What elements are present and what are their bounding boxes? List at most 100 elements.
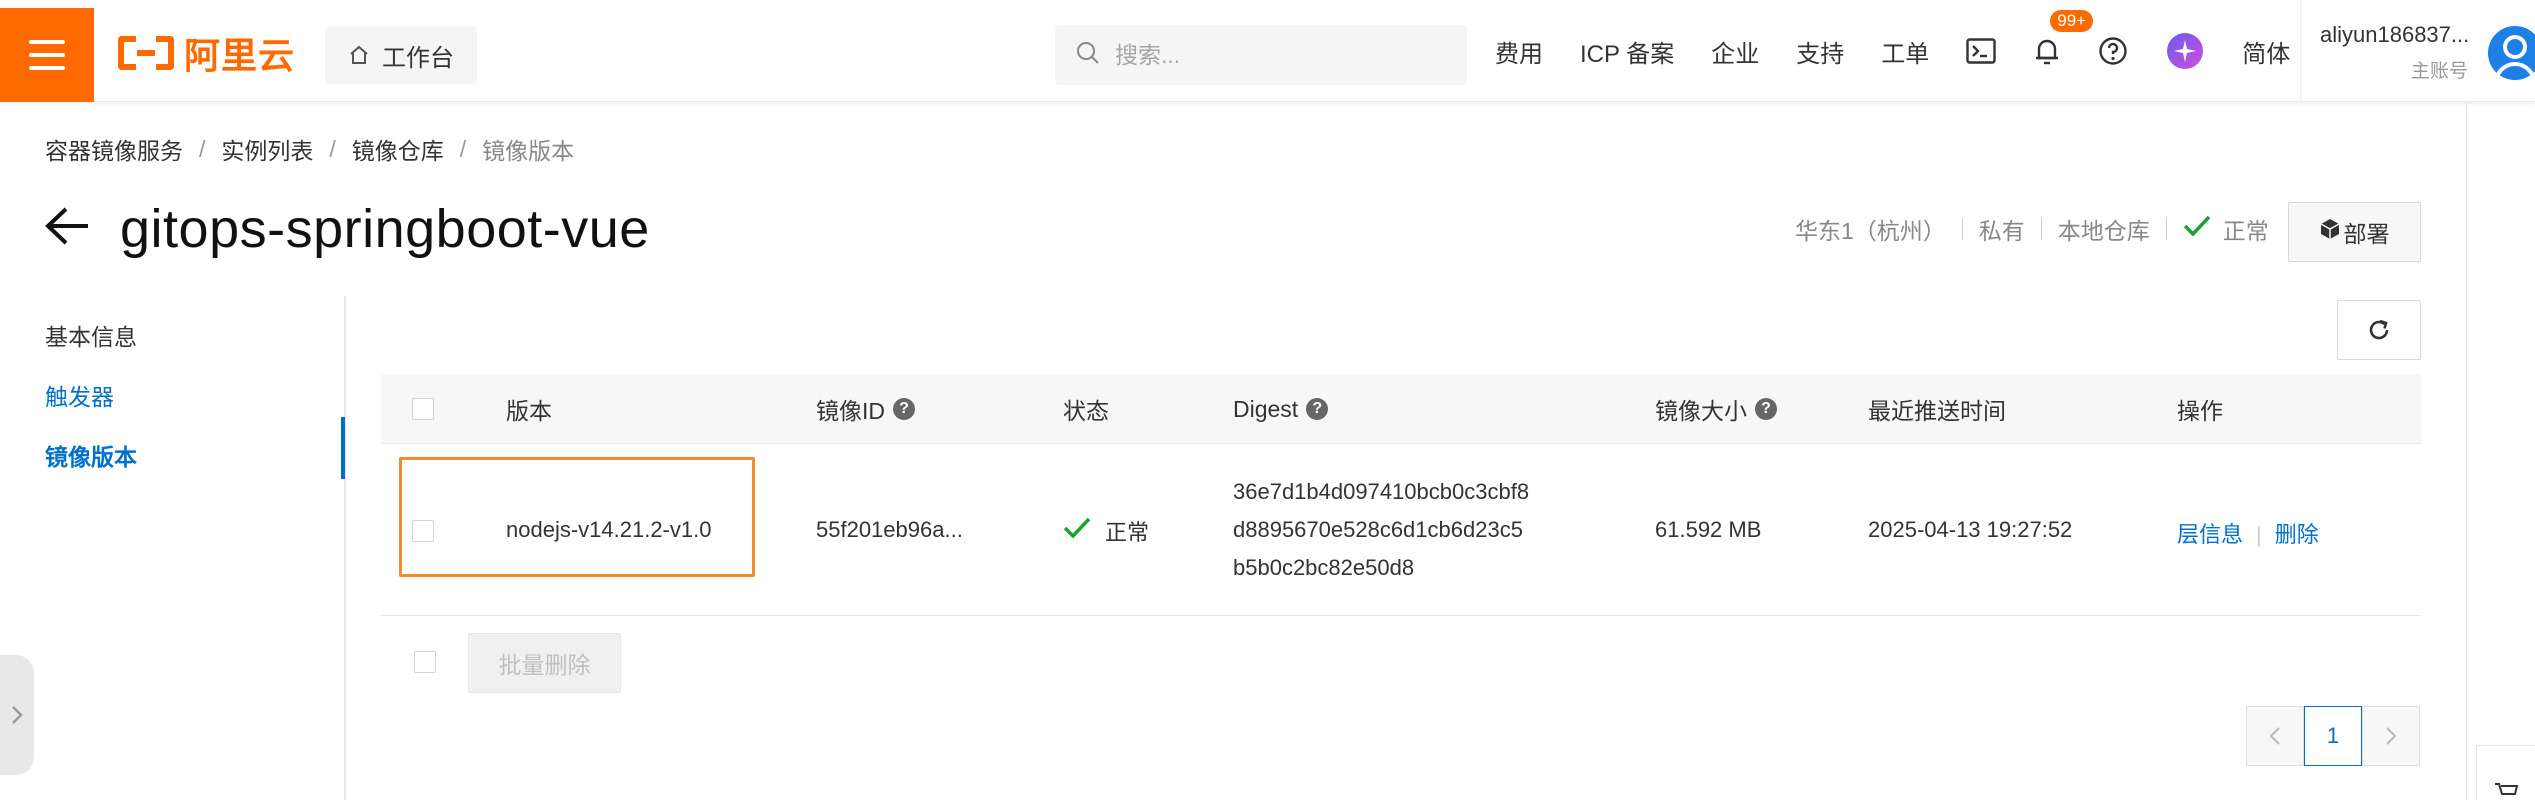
breadcrumb-current: 镜像版本	[482, 138, 575, 164]
deploy-label: 部署	[2343, 221, 2390, 247]
status-cell: 正常	[1063, 515, 1149, 547]
column-header-image-id: 镜像ID?	[816, 374, 915, 444]
column-header-version: 版本	[506, 398, 552, 424]
active-indicator	[341, 417, 345, 479]
column-header-status: 状态	[1063, 398, 1109, 424]
breadcrumb: 容器镜像服务 / 实例列表 / 镜像仓库 / 镜像版本	[45, 132, 574, 166]
digest-line: 36e7d1b4d097410bcb0c3cbf8	[1233, 479, 1530, 504]
hamburger-menu-button[interactable]	[0, 8, 94, 102]
terminal-icon[interactable]	[1966, 38, 1996, 64]
home-icon	[348, 44, 370, 66]
actions-cell: 层信息 | 删除	[2177, 517, 2319, 549]
prev-page-button[interactable]	[2246, 706, 2304, 766]
search-icon	[1075, 40, 1101, 71]
sidebar-collapse-handle[interactable]	[0, 655, 34, 775]
search-input[interactable]	[1115, 41, 1435, 69]
nav-link-support[interactable]: 支持	[1796, 34, 1844, 69]
breadcrumb-item[interactable]: 实例列表	[221, 132, 313, 166]
menu-line	[29, 66, 65, 70]
refresh-button[interactable]	[2337, 300, 2421, 360]
ai-assistant-icon[interactable]	[2166, 32, 2204, 70]
bell-icon[interactable]: 99+	[2034, 10, 2094, 66]
repo-meta: 华东1（杭州） 私有 本地仓库 正常	[1795, 212, 2269, 246]
sidebar-item-triggers[interactable]: 触发器	[45, 378, 114, 412]
delete-link[interactable]: 删除	[2275, 522, 2319, 547]
repo-visibility: 私有	[1978, 218, 2025, 244]
digest-line: d8895670e528c6d1cb6d23c5	[1233, 517, 1523, 542]
menu-line	[29, 53, 65, 57]
breadcrumb-item[interactable]: 容器镜像服务	[45, 132, 183, 166]
deploy-button[interactable]: 部署	[2288, 202, 2421, 262]
layer-info-link[interactable]: 层信息	[2177, 522, 2243, 547]
aliyun-logo[interactable]: 阿里云	[118, 30, 295, 76]
help-icon[interactable]	[2098, 36, 2128, 66]
sidebar-item-image-versions[interactable]: 镜像版本	[45, 438, 137, 472]
divider	[2040, 218, 2042, 240]
question-icon[interactable]: ?	[1306, 398, 1329, 420]
batch-delete-button[interactable]: 批量删除	[468, 633, 621, 693]
column-header-size: 镜像大小?	[1655, 374, 1777, 444]
pushed-at-cell: 2025-04-13 19:27:52	[1868, 517, 2073, 542]
cube-icon	[2320, 218, 2340, 246]
avatar[interactable]	[2488, 26, 2535, 80]
pagination: 1	[2246, 706, 2420, 766]
chevron-left-icon	[2269, 727, 2280, 745]
sidebar-item-basic-info[interactable]: 基本信息	[45, 318, 137, 352]
table-header: 版本 镜像ID? 状态 Digest? 镜像大小? 最近推送时间 操作	[381, 374, 2421, 444]
global-search[interactable]	[1055, 25, 1467, 85]
cart-icon[interactable]	[2476, 745, 2535, 800]
nav-link-ticket[interactable]: 工单	[1881, 34, 1929, 69]
workbench-label: 工作台	[382, 44, 454, 72]
breadcrumb-separator: /	[459, 135, 467, 162]
logo-text: 阿里云	[184, 35, 296, 76]
repo-region: 华东1（杭州）	[1795, 218, 1946, 244]
repo-status: 正常	[2183, 212, 2269, 246]
top-navigation-bar: 阿里云 工作台 费用 ICP 备案 企业 支持 工单 99+ 简体	[0, 0, 2535, 102]
user-name: aliyun186837...	[2320, 22, 2470, 47]
top-nav-links: 费用 ICP 备案 企业 支持 工单 99+ 简体	[1495, 0, 2327, 102]
check-icon	[2183, 215, 2211, 243]
chevron-right-icon	[12, 706, 23, 724]
repo-source: 本地仓库	[2057, 218, 2150, 244]
page-title: gitops-springboot-vue	[120, 199, 650, 259]
breadcrumb-separator: /	[329, 135, 336, 162]
chevron-right-icon	[2386, 727, 2397, 745]
repo-status-text: 正常	[2222, 218, 2269, 244]
footer-select-all-checkbox[interactable]	[414, 651, 436, 673]
size-cell: 61.592 MB	[1655, 517, 1762, 542]
divider	[2300, 0, 2301, 102]
user-role: 主账号	[2410, 61, 2468, 82]
column-header-actions: 操作	[2177, 398, 2223, 424]
aliyun-logo-icon	[118, 36, 174, 70]
column-header-digest: Digest?	[1233, 374, 1329, 444]
divider: |	[2256, 522, 2262, 547]
divider	[2466, 102, 2467, 800]
back-arrow-icon[interactable]	[44, 206, 90, 251]
refresh-icon	[2369, 319, 2389, 340]
status-text: 正常	[1105, 520, 1150, 545]
question-icon[interactable]: ?	[1755, 398, 1777, 420]
divider	[1961, 218, 1963, 240]
highlight-annotation-box	[399, 457, 755, 577]
digest-cell: 36e7d1b4d097410bcb0c3cbf8 d8895670e528c6…	[1233, 473, 1529, 587]
workbench-button[interactable]: 工作台	[325, 26, 477, 84]
nav-link-icp[interactable]: ICP 备案	[1580, 34, 1674, 69]
image-id-cell: 55f201eb96a...	[816, 517, 963, 542]
divider	[2165, 218, 2167, 240]
user-account[interactable]: aliyun186837... 主账号	[2320, 22, 2470, 83]
check-icon	[1063, 517, 1091, 545]
notification-badge: 99+	[2050, 10, 2094, 32]
question-icon[interactable]: ?	[893, 398, 915, 420]
breadcrumb-item[interactable]: 镜像仓库	[352, 132, 444, 166]
nav-link-enterprise[interactable]: 企业	[1711, 34, 1759, 69]
select-all-checkbox[interactable]	[412, 398, 434, 420]
column-header-pushed-at: 最近推送时间	[1868, 398, 2006, 424]
breadcrumb-separator: /	[199, 135, 206, 162]
digest-line: b5b0c2bc82e50d8	[1233, 555, 1415, 580]
page-number-button[interactable]: 1	[2304, 706, 2362, 766]
menu-line	[29, 40, 65, 44]
nav-link-billing[interactable]: 费用	[1495, 34, 1543, 69]
language-switch[interactable]: 简体	[2242, 34, 2290, 69]
side-navigation	[0, 296, 346, 800]
next-page-button[interactable]	[2362, 706, 2420, 766]
